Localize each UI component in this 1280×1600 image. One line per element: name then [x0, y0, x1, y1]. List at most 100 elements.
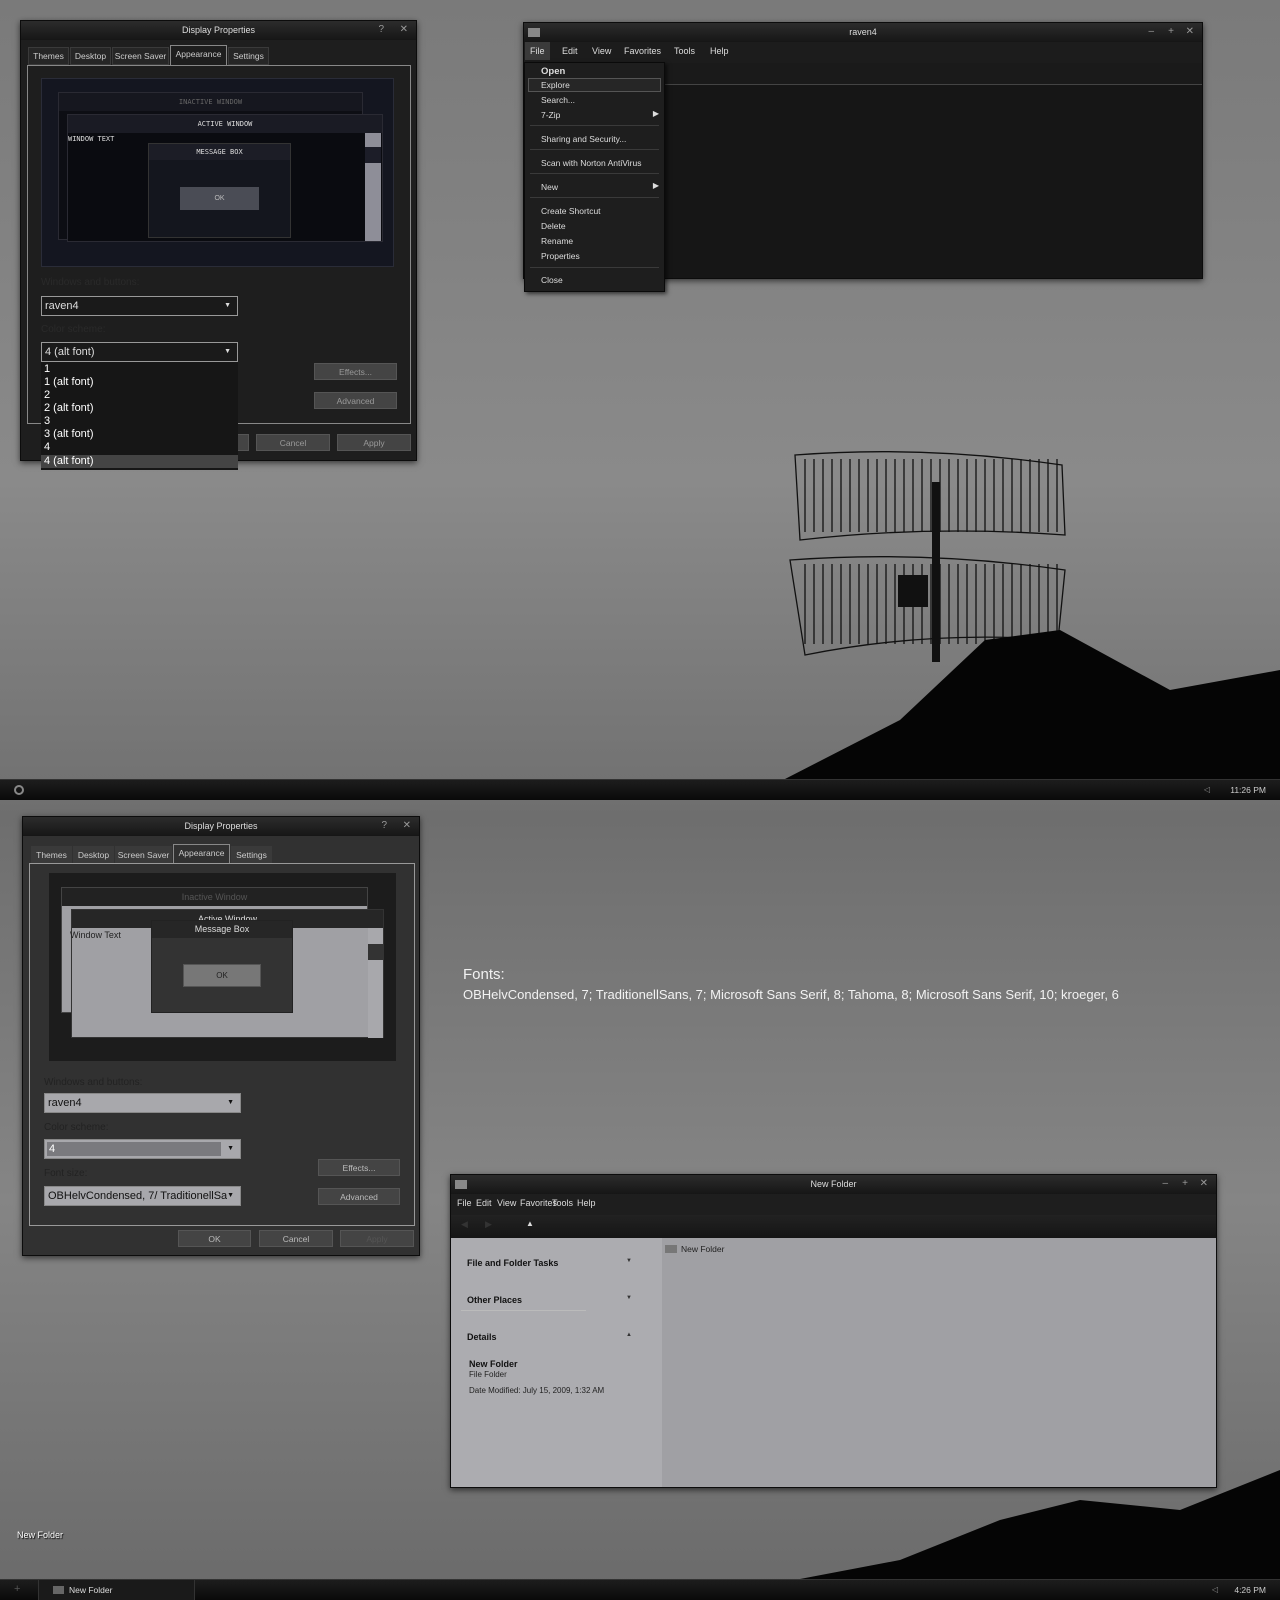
toolbar: ◀ ▶ ▲: [451, 1215, 1216, 1238]
menu-favorites[interactable]: Favorites: [624, 46, 661, 56]
menu-search[interactable]: Search...: [541, 95, 575, 105]
file-folder-tasks-header[interactable]: File and Folder Tasks: [467, 1258, 558, 1268]
menu-view[interactable]: View: [592, 46, 611, 56]
option-1-alt[interactable]: 1 (alt font): [44, 376, 94, 389]
tab-settings[interactable]: Settings: [231, 846, 272, 864]
windows-buttons-select[interactable]: raven4 ▼: [44, 1093, 241, 1113]
minimize-button[interactable]: –: [1162, 1175, 1168, 1193]
taskbar-button-new-folder[interactable]: New Folder: [38, 1580, 195, 1600]
menu-file[interactable]: File: [525, 42, 550, 60]
tray-arrow-icon[interactable]: ◁: [1204, 785, 1210, 794]
tab-settings[interactable]: Settings: [228, 47, 269, 65]
tab-themes[interactable]: Themes: [31, 846, 72, 864]
menu-explore[interactable]: Explore: [541, 80, 570, 90]
menu-create-shortcut[interactable]: Create Shortcut: [541, 206, 601, 216]
window-text: Window Text: [70, 930, 121, 940]
option-3-alt[interactable]: 3 (alt font): [44, 428, 94, 441]
window-title: raven4: [849, 27, 877, 37]
menu-sharing[interactable]: Sharing and Security...: [541, 134, 626, 144]
menu-7zip[interactable]: 7-Zip: [541, 110, 560, 120]
taskbar-button-label: New Folder: [69, 1585, 113, 1595]
windows-buttons-select[interactable]: raven4 ▼: [41, 296, 238, 316]
folder-label: New Folder: [681, 1244, 725, 1254]
menu-file[interactable]: File: [457, 1198, 472, 1208]
display-properties-dialog-bottom: Display Properties ? ✕ Themes Desktop Sc…: [22, 816, 420, 1256]
menu-tools[interactable]: Tools: [552, 1198, 573, 1208]
advanced-button[interactable]: Advanced: [314, 392, 397, 409]
folder-icon: [665, 1245, 677, 1253]
font-size-label: Font size:: [44, 1168, 88, 1179]
menu-open[interactable]: Open: [541, 66, 565, 77]
color-scheme-select[interactable]: 4 (alt font) ▼: [41, 342, 238, 362]
new-folder-explorer-window: New Folder – + ✕ File Edit View Favorites …: [450, 1174, 1217, 1488]
other-places-header[interactable]: Other Places: [467, 1295, 522, 1305]
tab-desktop[interactable]: Desktop: [73, 846, 114, 864]
option-4-alt[interactable]: 4 (alt font): [41, 455, 238, 468]
tab-appearance[interactable]: Appearance: [173, 844, 230, 864]
maximize-button[interactable]: +: [1182, 1175, 1188, 1193]
menu-delete[interactable]: Delete: [541, 221, 566, 231]
font-size-select[interactable]: OBHelvCondensed, 7/ TraditionellSa ▼: [44, 1186, 241, 1206]
minimize-button[interactable]: –: [1148, 23, 1154, 41]
details-modified: Date Modified: July 15, 2009, 1:32 AM: [469, 1386, 605, 1395]
apply-button[interactable]: Apply: [337, 434, 411, 451]
submenu-arrow-icon: ▶: [652, 109, 659, 118]
option-3[interactable]: 3: [44, 415, 50, 428]
back-icon[interactable]: ◀: [461, 1219, 468, 1230]
menu-view[interactable]: View: [497, 1198, 516, 1208]
details-header[interactable]: Details: [467, 1332, 497, 1342]
apply-button[interactable]: Apply: [340, 1230, 414, 1247]
option-4[interactable]: 4: [44, 441, 50, 454]
up-folder-icon[interactable]: ▲: [526, 1219, 534, 1228]
effects-button[interactable]: Effects...: [314, 363, 397, 380]
forward-icon[interactable]: ▶: [485, 1219, 492, 1230]
tab-appearance[interactable]: Appearance: [170, 45, 227, 65]
close-button[interactable]: ✕: [403, 817, 411, 835]
menu-close[interactable]: Close: [541, 275, 563, 285]
file-menu: Open Explore Search... 7-Zip ▶ Sharing an…: [524, 62, 665, 292]
cancel-button[interactable]: Cancel: [259, 1230, 333, 1247]
tab-screen-saver[interactable]: Screen Saver: [112, 47, 169, 65]
ok-button[interactable]: OK: [178, 1230, 251, 1247]
color-scheme-label: Color scheme:: [41, 324, 106, 335]
window-title: New Folder: [810, 1179, 857, 1189]
clock: 11:26 PM: [1230, 785, 1266, 795]
start-orb-icon[interactable]: [14, 785, 24, 795]
option-1[interactable]: 1: [44, 363, 50, 376]
appearance-preview: Inactive Window Active Window Window Tex…: [49, 873, 396, 1061]
tray-arrow-icon[interactable]: ◁: [1212, 1585, 1218, 1594]
maximize-button[interactable]: +: [1168, 23, 1174, 41]
close-button[interactable]: ✕: [400, 21, 408, 39]
collapse-icon[interactable]: ▼: [626, 1258, 632, 1264]
color-scheme-select[interactable]: 4 ▼: [44, 1139, 241, 1159]
effects-button[interactable]: Effects...: [318, 1159, 400, 1176]
collapse-icon[interactable]: ▼: [626, 1295, 632, 1301]
tab-screen-saver[interactable]: Screen Saver: [115, 846, 172, 864]
help-button[interactable]: ?: [381, 817, 387, 835]
color-scheme-dropdown: 1 1 (alt font) 2 2 (alt font) 3 3 (alt f…: [41, 362, 238, 470]
tab-themes[interactable]: Themes: [28, 47, 69, 65]
menu-help[interactable]: Help: [577, 1198, 596, 1208]
menu-new[interactable]: New: [541, 182, 558, 192]
close-button[interactable]: ✕: [1200, 1175, 1208, 1193]
expand-icon[interactable]: ▲: [626, 1332, 632, 1338]
menu-scan[interactable]: Scan with Norton AntiVirus: [541, 158, 641, 168]
menu-rename[interactable]: Rename: [541, 236, 573, 246]
option-2[interactable]: 2: [44, 389, 50, 402]
windows-buttons-value: raven4: [45, 300, 79, 312]
menu-edit[interactable]: Edit: [476, 1198, 492, 1208]
advanced-button[interactable]: Advanced: [318, 1188, 400, 1205]
menu-properties[interactable]: Properties: [541, 251, 580, 261]
help-button[interactable]: ?: [378, 21, 384, 39]
menu-tools[interactable]: Tools: [674, 46, 695, 56]
menu-help[interactable]: Help: [710, 46, 729, 56]
close-button[interactable]: ✕: [1186, 23, 1194, 41]
tab-desktop[interactable]: Desktop: [70, 47, 111, 65]
desktop-icon-new-folder[interactable]: New Folder: [17, 1530, 63, 1540]
menu-edit[interactable]: Edit: [562, 46, 578, 56]
details-type: File Folder: [469, 1370, 507, 1379]
cancel-button[interactable]: Cancel: [256, 434, 330, 451]
window-icon: [528, 28, 540, 37]
option-2-alt[interactable]: 2 (alt font): [44, 402, 94, 415]
start-icon[interactable]: +: [14, 1583, 20, 1595]
